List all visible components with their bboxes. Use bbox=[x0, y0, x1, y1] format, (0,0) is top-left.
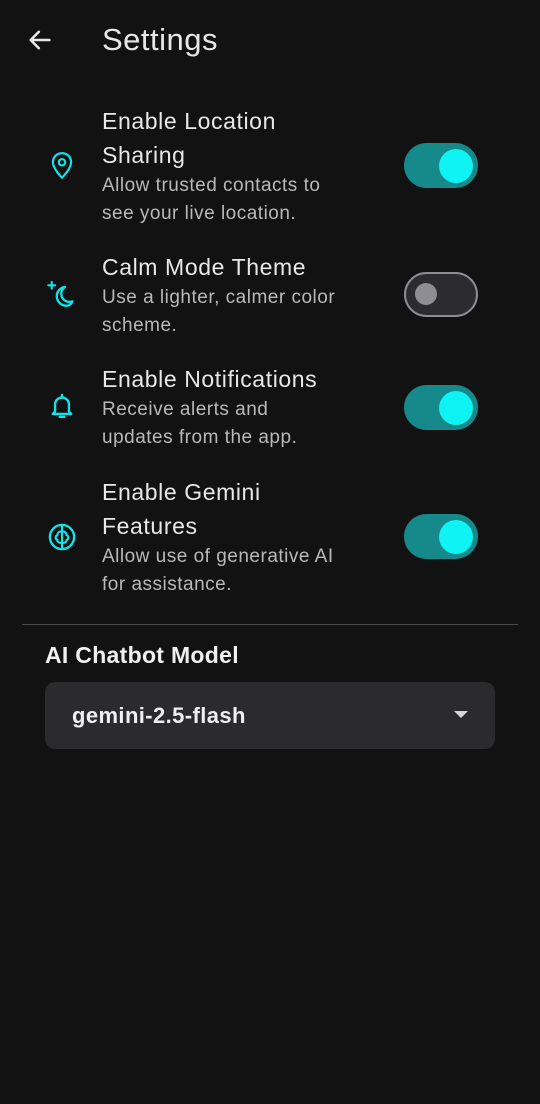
setting-title-line: Enable Gemini bbox=[102, 479, 261, 505]
location-pin-icon bbox=[45, 149, 79, 183]
moon-sparkle-icon bbox=[45, 278, 79, 312]
setting-desc-line: for assistance. bbox=[102, 574, 232, 595]
model-dropdown[interactable]: gemini-2.5-flash bbox=[45, 682, 495, 749]
setting-description: Allow trusted contacts to see your live … bbox=[102, 172, 382, 228]
setting-description: Allow use of generative AI for assistanc… bbox=[102, 543, 382, 599]
setting-text: Enable Gemini Features Allow use of gene… bbox=[102, 475, 382, 599]
setting-text: Enable Location Sharing Allow trusted co… bbox=[102, 104, 382, 228]
setting-notifications: Enable Notifications Receive alerts and … bbox=[0, 362, 540, 458]
notifications-toggle[interactable] bbox=[404, 385, 478, 430]
setting-desc-line: scheme. bbox=[102, 315, 178, 336]
setting-desc-line: Use a lighter, calmer color bbox=[102, 287, 336, 308]
page-title: Settings bbox=[102, 22, 219, 57]
bell-icon bbox=[45, 390, 79, 424]
setting-text: Calm Mode Theme Use a lighter, calmer co… bbox=[102, 250, 382, 340]
arrow-left-icon bbox=[29, 30, 51, 50]
app-bar: Settings bbox=[0, 0, 540, 80]
setting-desc-line: Allow use of generative AI bbox=[102, 546, 334, 567]
setting-title-line: Enable Notifications bbox=[102, 366, 318, 392]
setting-desc-line: Receive alerts and bbox=[102, 399, 269, 420]
section-divider bbox=[22, 624, 518, 625]
gemini-features-toggle[interactable] bbox=[404, 514, 478, 559]
setting-title-line: Enable Location bbox=[102, 108, 276, 134]
setting-desc-line: see your live location. bbox=[102, 203, 297, 224]
setting-desc-line: Allow trusted contacts to bbox=[102, 175, 321, 196]
setting-title-line: Sharing bbox=[102, 142, 186, 168]
location-sharing-toggle[interactable] bbox=[404, 143, 478, 188]
setting-description: Receive alerts and updates from the app. bbox=[102, 396, 382, 452]
calm-mode-toggle[interactable] bbox=[404, 272, 478, 317]
setting-title: Enable Location Sharing bbox=[102, 104, 382, 172]
toggle-thumb bbox=[439, 519, 473, 554]
setting-text: Enable Notifications Receive alerts and … bbox=[102, 362, 382, 452]
back-button[interactable] bbox=[20, 20, 60, 60]
dropdown-arrow-icon bbox=[454, 711, 468, 718]
setting-title-line: Features bbox=[102, 513, 198, 539]
setting-title: Calm Mode Theme bbox=[102, 250, 382, 284]
setting-calm-mode: Calm Mode Theme Use a lighter, calmer co… bbox=[0, 250, 540, 346]
dropdown-selected-value: gemini-2.5-flash bbox=[72, 703, 246, 728]
toggle-thumb bbox=[439, 148, 473, 183]
setting-title-line: Calm Mode Theme bbox=[102, 254, 307, 280]
setting-gemini-features: Enable Gemini Features Allow use of gene… bbox=[0, 475, 540, 601]
setting-title: Enable Notifications bbox=[102, 362, 382, 396]
setting-desc-line: updates from the app. bbox=[102, 427, 298, 448]
setting-description: Use a lighter, calmer color scheme. bbox=[102, 284, 382, 340]
setting-location-sharing: Enable Location Sharing Allow trusted co… bbox=[0, 104, 540, 230]
brain-icon bbox=[45, 520, 79, 554]
toggle-thumb bbox=[439, 390, 473, 425]
model-section-label: AI Chatbot Model bbox=[45, 642, 239, 668]
toggle-thumb bbox=[415, 283, 437, 305]
setting-title: Enable Gemini Features bbox=[102, 475, 382, 543]
